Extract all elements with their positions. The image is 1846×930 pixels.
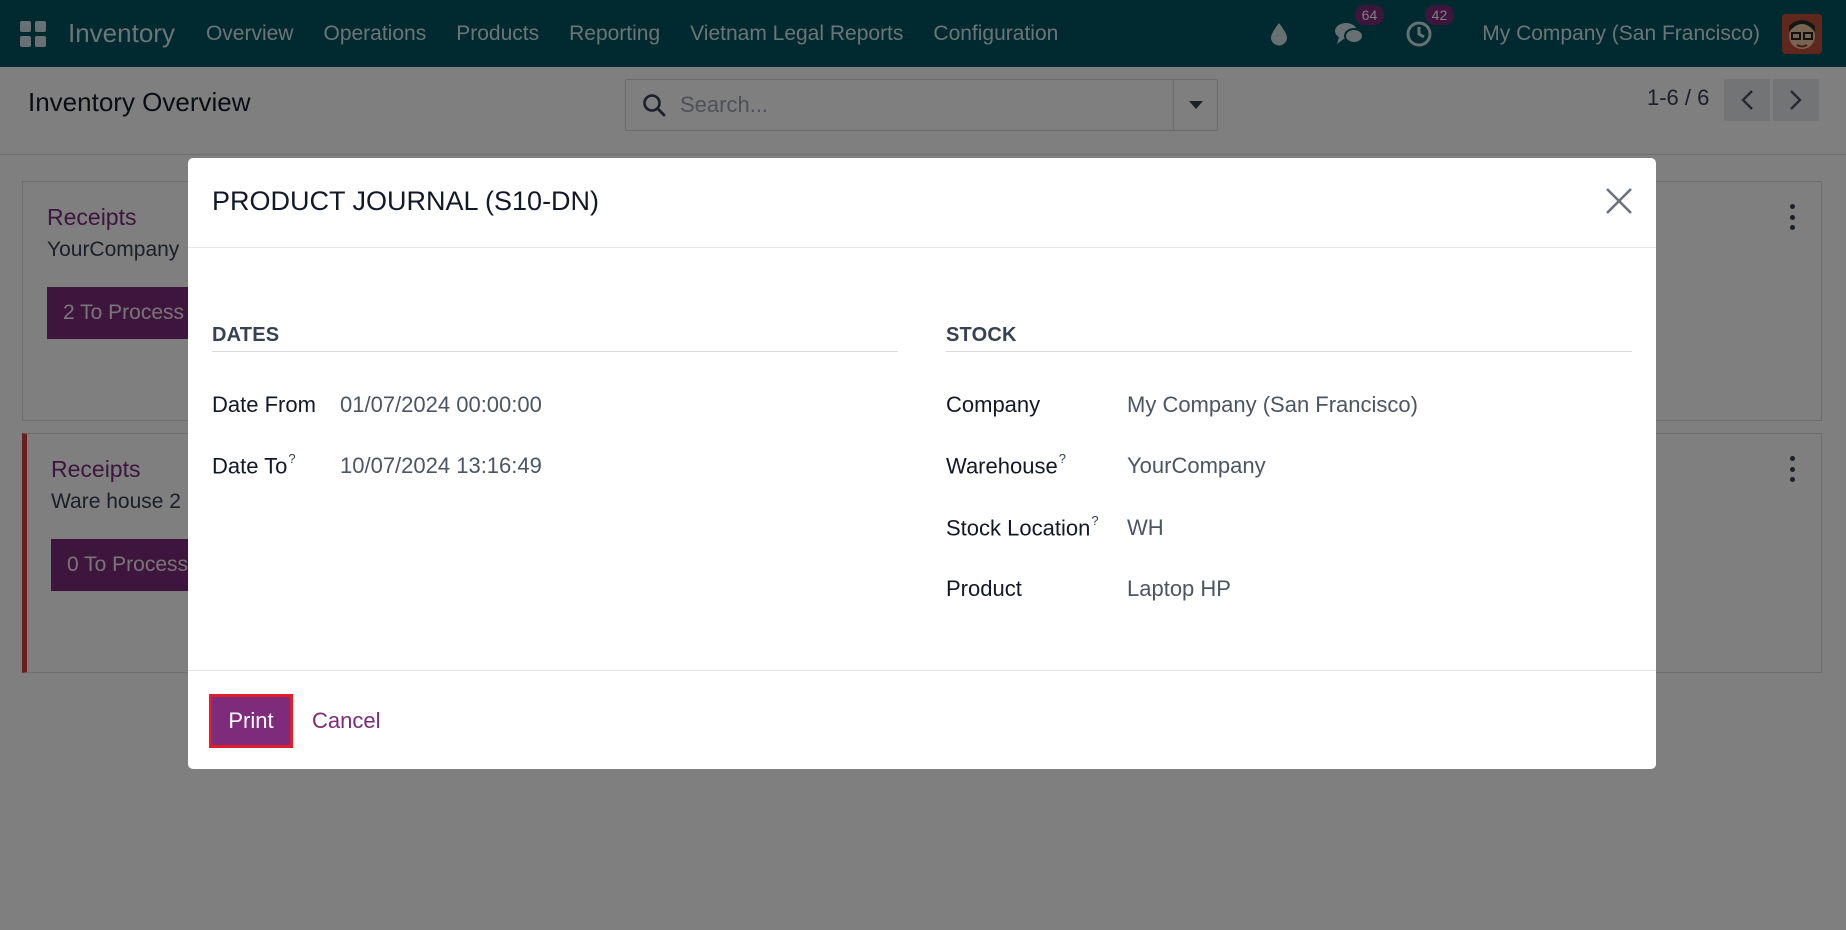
date-from-label: Date From [212,392,316,417]
close-icon[interactable] [1604,186,1634,216]
stock-section-title: STOCK [946,324,1017,346]
date-to-field[interactable]: 10/07/2024 13:16:49 [340,453,542,479]
company-field[interactable]: My Company (San Francisco) [1127,392,1418,418]
dates-section-divider [212,351,898,352]
modal-title: PRODUCT JOURNAL (S10-DN) [212,186,600,216]
stock-section-divider [946,351,1632,352]
help-tooltip-marker[interactable]: ? [1059,451,1066,466]
dates-section-title: DATES [212,324,280,346]
date-from-field[interactable]: 01/07/2024 00:00:00 [340,392,542,418]
modal-header: PRODUCT JOURNAL (S10-DN) [188,158,1656,248]
company-label: Company [946,392,1041,417]
date-to-label: Date To? [212,451,296,479]
warehouse-field[interactable]: YourCompany [1127,453,1266,479]
product-field[interactable]: Laptop HP [1127,576,1231,602]
cancel-button[interactable]: Cancel [312,708,380,734]
stock-location-label: Stock Location? [946,513,1099,541]
print-button[interactable]: Print [209,694,293,748]
warehouse-label: Warehouse? [946,451,1066,479]
stock-location-field[interactable]: WH [1127,515,1164,541]
modal-footer: Print Cancel [188,670,1656,769]
help-tooltip-marker[interactable]: ? [1091,513,1098,528]
product-label: Product [946,576,1022,601]
help-tooltip-marker[interactable]: ? [288,451,295,466]
product-journal-dialog: PRODUCT JOURNAL (S10-DN) DATES Date From… [188,158,1656,769]
